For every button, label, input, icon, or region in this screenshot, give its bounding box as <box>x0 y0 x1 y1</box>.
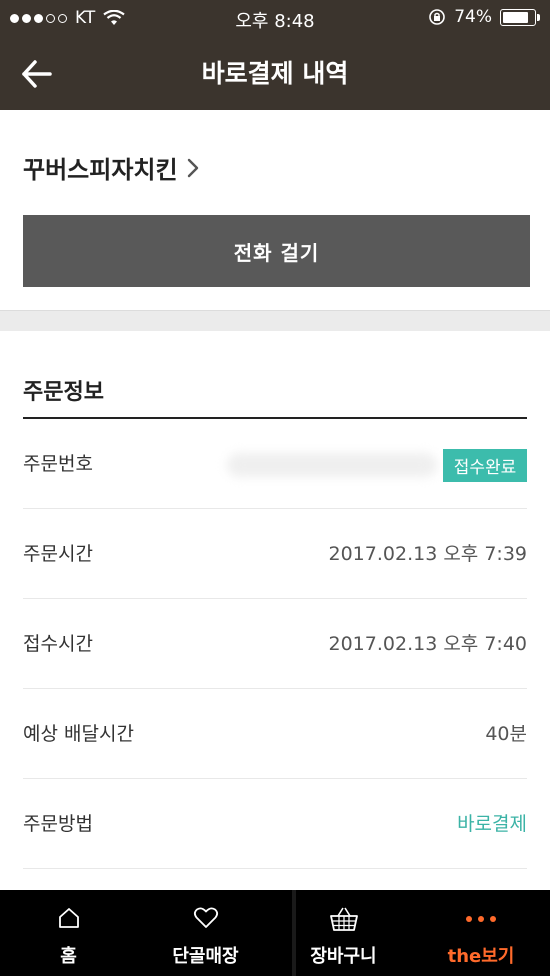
store-name: 꾸버스피자치킨 <box>23 156 178 184</box>
tab-favorites[interactable]: 단골매장 <box>137 890 274 976</box>
row-label: 주문방법 <box>23 813 93 835</box>
tab-more[interactable]: the보기 <box>412 890 550 976</box>
row-label: 주문시간 <box>23 543 93 565</box>
row-value: 2017.02.13 오후 7:40 <box>328 633 528 655</box>
store-name-link[interactable]: 꾸버스피자치킨 <box>23 150 200 185</box>
page-title: 바로결제 내역 <box>201 59 349 88</box>
status-badge: 접수완료 <box>443 449 527 482</box>
order-number-redacted <box>227 453 437 477</box>
call-button[interactable]: 전화 걸기 <box>23 215 530 287</box>
rotation-lock-icon <box>429 9 446 25</box>
home-icon <box>58 908 79 928</box>
battery-icon <box>500 8 540 26</box>
row-value: 바로결제 <box>457 813 527 835</box>
chevron-right-icon <box>187 158 198 177</box>
tab-label: 장바구니 <box>310 946 377 967</box>
order-time-row: 주문시간 2017.02.13 오후 7:39 <box>23 509 527 599</box>
basket-icon <box>329 907 358 931</box>
heart-icon <box>193 907 218 928</box>
tab-label: 홈 <box>60 946 77 967</box>
accept-time-row: 접수시간 2017.02.13 오후 7:40 <box>23 599 527 689</box>
tab-bar: 홈 단골매장 장바구니 the보기 <box>0 890 550 976</box>
row-label: 주문번호 <box>23 453 93 475</box>
row-label: 접수시간 <box>23 633 93 655</box>
row-label: 예상 배달시간 <box>23 723 134 745</box>
order-info-section: 주문정보 주문번호 접수완료 주문시간 2017.02.13 오후 7:39 접… <box>0 331 550 891</box>
tab-home[interactable]: 홈 <box>0 890 137 976</box>
header: 바로결제 내역 <box>0 36 550 110</box>
more-dots-icon <box>466 906 496 932</box>
status-right: 74% <box>428 7 540 27</box>
status-bar: KT 오후 8:48 74% <box>0 0 550 36</box>
battery-percent: 74% <box>454 7 492 27</box>
row-value: 40분 <box>485 723 527 745</box>
top-bar: KT 오후 8:48 74% 바로결제 내역 <box>0 0 550 110</box>
tab-label: 단골매장 <box>172 946 239 967</box>
row-value: 2017.02.13 오후 7:39 <box>328 543 528 565</box>
tab-label: the보기 <box>447 946 515 967</box>
order-number-row: 주문번호 접수완료 <box>23 419 527 509</box>
delivery-time-row: 예상 배달시간 40분 <box>23 689 527 779</box>
order-method-row: 주문방법 바로결제 <box>23 779 527 869</box>
tab-basket[interactable]: 장바구니 <box>275 890 412 976</box>
order-info-title: 주문정보 <box>23 380 104 405</box>
store-section: 꾸버스피자치킨 전화 걸기 <box>0 110 550 310</box>
section-divider <box>0 310 550 331</box>
